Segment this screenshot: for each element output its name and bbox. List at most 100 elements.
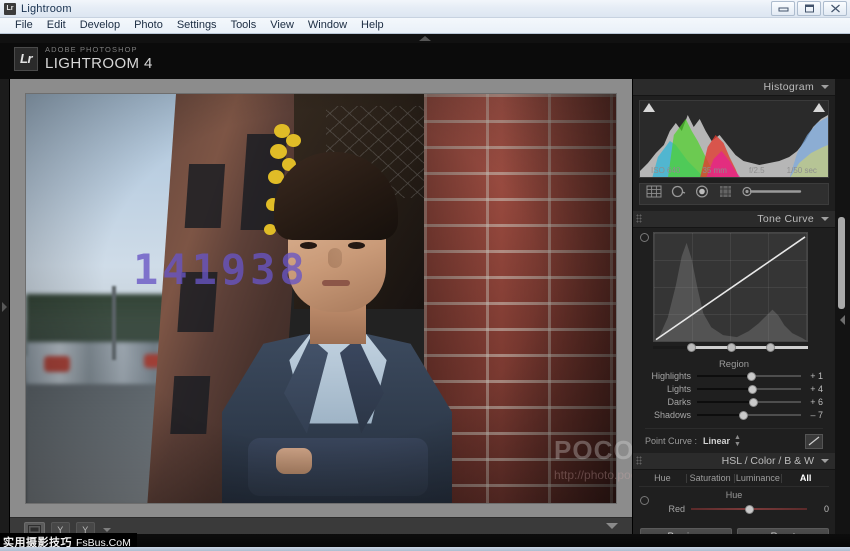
- panel-grip-icon: [636, 214, 642, 223]
- window-bottom-edge: [0, 547, 850, 551]
- tone-curve-split-rail-shadow: [653, 346, 691, 349]
- slider-shadows-track[interactable]: [697, 409, 801, 421]
- menu-window[interactable]: Window: [301, 18, 354, 33]
- slider-hue-red-value: 0: [823, 504, 829, 514]
- photo-preview[interactable]: 141938: [25, 92, 617, 504]
- slider-darks-value: + 6: [810, 397, 823, 407]
- menubar: File Edit Develop Photo Settings Tools V…: [0, 18, 850, 34]
- top-panel-collapse-arrow[interactable]: [0, 34, 850, 43]
- slider-highlights-track[interactable]: [697, 370, 801, 382]
- filmstrip-collapse-icon[interactable]: [606, 523, 618, 529]
- exif-shutter: 1/50 sec: [786, 166, 817, 175]
- slider-darks[interactable]: Darks + 6: [645, 396, 823, 408]
- slider-lights-track[interactable]: [697, 383, 801, 395]
- menu-photo[interactable]: Photo: [127, 18, 170, 33]
- crop-overlay-tool[interactable]: [646, 185, 662, 203]
- exif-aperture: f/2.5: [749, 166, 765, 175]
- slider-hue-red-knob[interactable]: [745, 505, 754, 514]
- targeted-adjustment-icon[interactable]: [640, 233, 649, 242]
- highlight-clipping-indicator[interactable]: [813, 103, 825, 112]
- red-eye-correction-tool[interactable]: [695, 185, 709, 203]
- slider-hue-red[interactable]: Red 0: [639, 503, 829, 515]
- menu-edit[interactable]: Edit: [40, 18, 73, 33]
- slider-hue-red-label: Red: [668, 504, 685, 514]
- tone-curve-split-controls: [653, 342, 808, 353]
- chevron-up-icon: [419, 36, 431, 41]
- histogram-graph[interactable]: ISO 640 35 mm f/2.5 1/50 sec: [639, 100, 829, 178]
- menu-help[interactable]: Help: [354, 18, 391, 33]
- point-curve-label: Point Curve :: [645, 436, 698, 446]
- menu-develop[interactable]: Develop: [73, 18, 127, 33]
- point-curve-stepper-icon[interactable]: ▲ ▼: [734, 434, 741, 448]
- photo-watermark-number: 141938: [133, 244, 309, 294]
- region-label: Region: [718, 359, 750, 370]
- tone-curve-panel-header[interactable]: Tone Curve: [633, 211, 835, 228]
- center-area: 141938 POCO http://photo.poco.cn/ Y Y: [10, 79, 663, 551]
- right-panel-scrollbar[interactable]: [838, 217, 845, 309]
- point-curve-row: Point Curve : Linear ▲ ▼: [645, 428, 823, 449]
- slider-shadows[interactable]: Shadows – 7: [645, 409, 823, 421]
- adjustment-brush-tool[interactable]: [742, 185, 802, 203]
- identity-plate: Lr ADOBE PHOTOSHOP LIGHTROOM 4: [14, 46, 153, 71]
- menu-tools[interactable]: Tools: [224, 18, 264, 33]
- tone-curve-panel-title: Tone Curve: [757, 213, 814, 225]
- minimize-button[interactable]: [771, 1, 795, 16]
- right-panel-collapse-arrow[interactable]: [840, 315, 845, 325]
- menu-view[interactable]: View: [263, 18, 301, 33]
- chevron-right-icon: [2, 301, 7, 312]
- slider-darks-track[interactable]: [697, 396, 801, 408]
- photo-vignette: [26, 93, 616, 503]
- slider-darks-knob[interactable]: [749, 398, 759, 407]
- point-curve-value[interactable]: Linear: [703, 436, 730, 446]
- lightroom-app: Lr ADOBE PHOTOSHOP LIGHTROOM 4 Library |…: [0, 34, 850, 551]
- spot-removal-tool[interactable]: [671, 185, 686, 203]
- menu-settings[interactable]: Settings: [170, 18, 224, 33]
- split-point-shadows[interactable]: [687, 343, 697, 352]
- slider-shadows-knob[interactable]: [738, 411, 748, 420]
- slider-highlights-label: Highlights: [651, 371, 691, 381]
- tone-curve-body: Region Highlights + 1 Lights + 4 Darks +…: [633, 228, 835, 449]
- left-panel-expand-arrow[interactable]: [0, 79, 10, 534]
- lightroom-logo-icon: Lr: [14, 46, 38, 71]
- maximize-button[interactable]: [797, 1, 821, 16]
- hsl-tab-luminance[interactable]: Luminance: [735, 473, 782, 483]
- chevron-down-icon[interactable]: [821, 217, 829, 221]
- slider-lights[interactable]: Lights + 4: [645, 383, 823, 395]
- slider-shadows-label: Shadows: [653, 410, 691, 420]
- exif-iso: ISO 640: [651, 166, 681, 175]
- hsl-tab-bar: Hue Saturation Luminance All: [639, 470, 829, 487]
- panel-grip-icon: [636, 456, 642, 465]
- split-point-midtones[interactable]: [727, 343, 737, 352]
- split-point-highlights[interactable]: [766, 343, 776, 352]
- right-panel-scroll-strip: [835, 79, 850, 551]
- hsl-tab-hue[interactable]: Hue: [639, 473, 686, 483]
- slider-highlights[interactable]: Highlights + 1: [645, 370, 823, 382]
- slider-hue-red-track[interactable]: [691, 503, 807, 515]
- photo-stage[interactable]: 141938: [10, 79, 632, 517]
- application-window: Lr Lightroom File Edit Develop Photo Set…: [0, 0, 850, 551]
- workspace: 141938 POCO http://photo.poco.cn/ Y Y Hi…: [0, 79, 850, 551]
- close-button[interactable]: [823, 1, 847, 16]
- tone-curve-line[interactable]: [654, 233, 807, 342]
- shadow-clipping-indicator[interactable]: [643, 103, 655, 112]
- hsl-tab-saturation[interactable]: Saturation: [687, 473, 734, 483]
- slider-highlights-knob[interactable]: [747, 372, 757, 381]
- graduated-filter-tool[interactable]: [718, 185, 733, 203]
- edit-point-curve-icon[interactable]: [805, 433, 823, 449]
- slider-lights-knob[interactable]: [748, 385, 758, 394]
- hsl-targeted-adjustment-icon[interactable]: [640, 496, 649, 505]
- hsl-panel-header[interactable]: HSL / Color / B & W: [633, 453, 835, 470]
- tone-curve-graph[interactable]: [653, 232, 808, 342]
- chevron-down-icon[interactable]: [821, 459, 829, 463]
- menu-file[interactable]: File: [8, 18, 40, 33]
- chevron-down-icon[interactable]: [103, 527, 111, 532]
- window-controls: [771, 1, 847, 16]
- chevron-down-icon[interactable]: [821, 85, 829, 89]
- brand-product: LIGHTROOM 4: [45, 54, 153, 72]
- histogram-panel-header[interactable]: Histogram: [633, 79, 835, 96]
- hsl-tab-all[interactable]: All: [782, 473, 829, 483]
- histogram-panel-title: Histogram: [763, 81, 814, 93]
- slider-highlights-value: + 1: [810, 371, 823, 381]
- hsl-panel-title: HSL / Color / B & W: [721, 455, 814, 467]
- identity-plate-bar: Lr ADOBE PHOTOSHOP LIGHTROOM 4 Library |…: [0, 34, 850, 99]
